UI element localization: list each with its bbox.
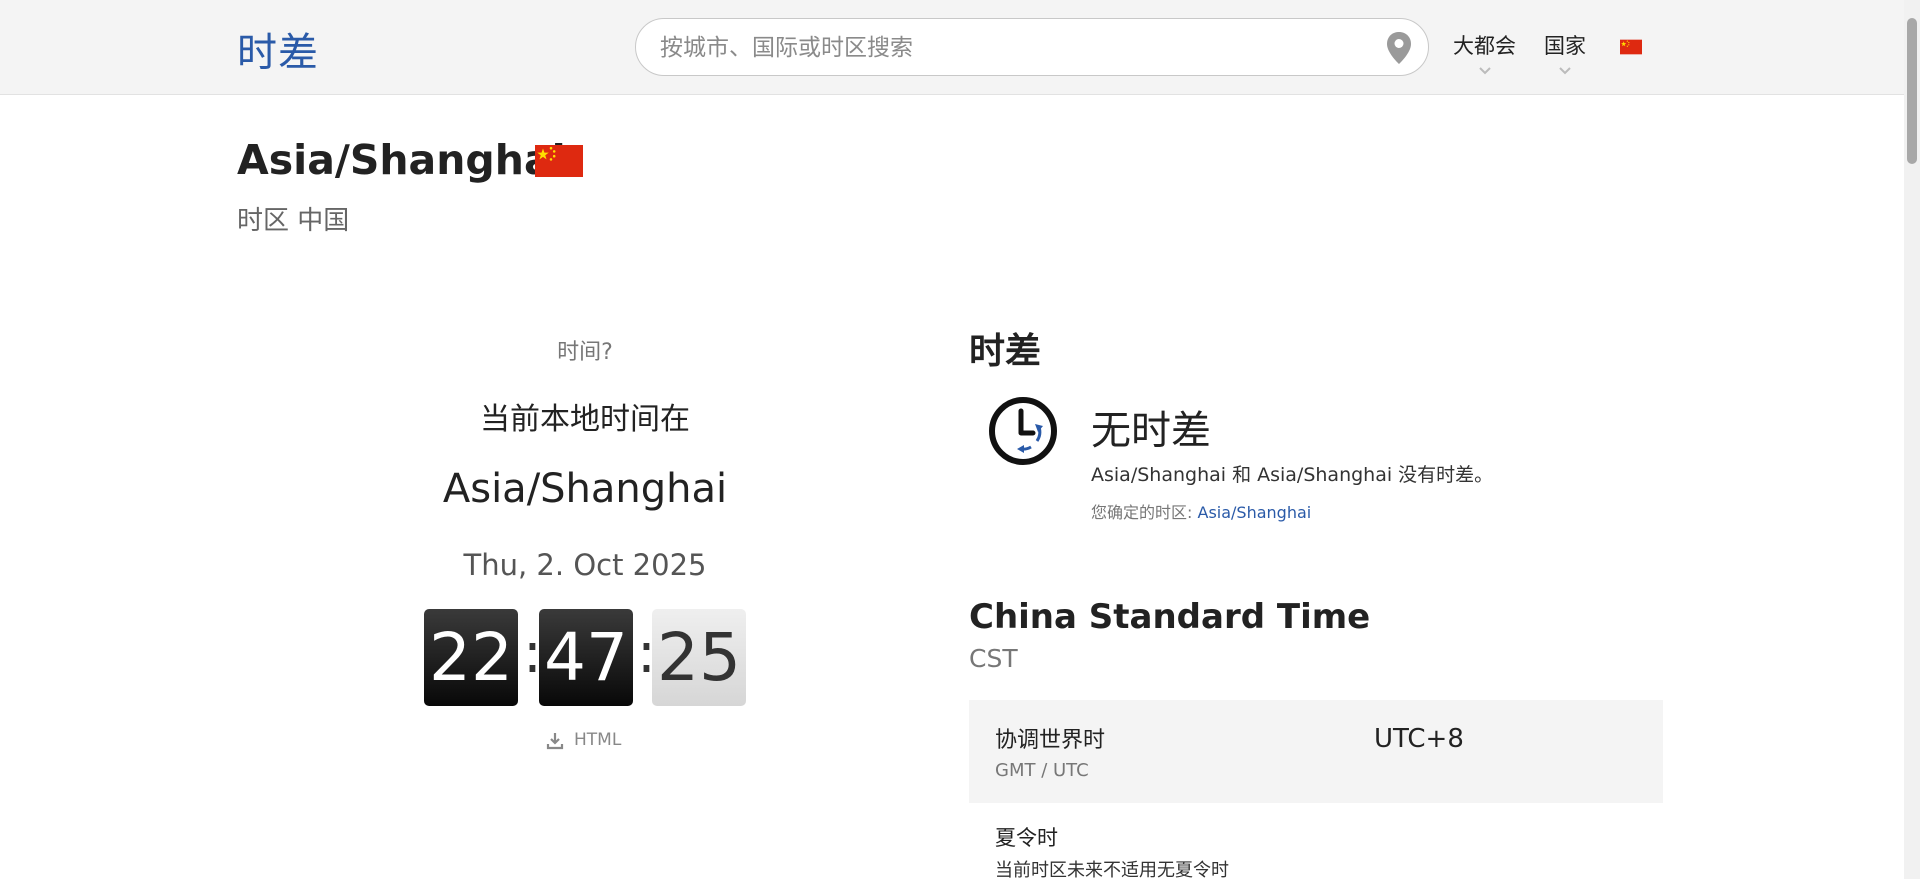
china-flag-icon — [535, 145, 583, 177]
clock-icon — [989, 397, 1057, 465]
confirmed-zone: 您确定的时区: Asia/Shanghai — [1091, 499, 1311, 523]
chevron-down-icon — [1478, 67, 1491, 75]
download-label: HTML — [574, 730, 622, 750]
nav-metros-label: 大都会 — [1453, 34, 1516, 58]
page-scrollbar[interactable] — [1904, 0, 1920, 879]
site-header: 时差 大都会 国家 — [0, 0, 1904, 95]
difference-description: Asia/Shanghai 和 Asia/Shanghai 没有时差。 — [1091, 464, 1494, 486]
nav-countries-label: 国家 — [1544, 34, 1586, 58]
timezone-name: China Standard Time — [969, 597, 1371, 637]
clock-hours: 22 — [424, 609, 518, 706]
download-icon — [546, 733, 564, 750]
location-pin-icon[interactable] — [1386, 31, 1412, 65]
scrollbar-thumb[interactable] — [1907, 18, 1917, 164]
utc-sublabel: GMT / UTC — [995, 760, 1089, 781]
time-question: 时间? — [557, 340, 613, 365]
clock-date: Thu, 2. Oct 2025 — [463, 548, 707, 582]
confirmed-zone-label: 您确定的时区: — [1091, 503, 1193, 522]
difference-heading: 时差 — [969, 331, 1042, 372]
language-flag-icon[interactable] — [1620, 38, 1642, 56]
clock-zone-name: Asia/Shanghai — [442, 466, 728, 512]
search-box[interactable] — [635, 18, 1429, 76]
nav-countries[interactable]: 国家 — [1544, 30, 1586, 75]
difference-result: 无时差 — [1091, 408, 1211, 454]
clock-seconds: 25 — [652, 609, 746, 706]
site-logo[interactable]: 时差 — [237, 20, 319, 78]
utc-offset-row: 协调世界时 GMT / UTC UTC+8 — [969, 700, 1663, 803]
search-input[interactable] — [660, 31, 1360, 65]
utc-offset-value: UTC+8 — [1374, 724, 1464, 754]
dst-description: 当前时区未来不适用无夏令时 — [995, 860, 1229, 879]
page-subtitle: 时区 中国 — [237, 206, 350, 236]
timezone-abbr: CST — [969, 644, 1018, 673]
dst-label: 夏令时 — [995, 826, 1058, 850]
confirmed-zone-link[interactable]: Asia/Shanghai — [1198, 503, 1312, 522]
chevron-down-icon — [1559, 67, 1571, 75]
clock-minutes: 47 — [539, 609, 633, 706]
nav-metros[interactable]: 大都会 — [1453, 30, 1516, 75]
page-title: Asia/Shanghai — [237, 136, 566, 184]
utc-label: 协调世界时 — [995, 728, 1106, 753]
current-time-label: 当前本地时间在 — [480, 402, 690, 437]
